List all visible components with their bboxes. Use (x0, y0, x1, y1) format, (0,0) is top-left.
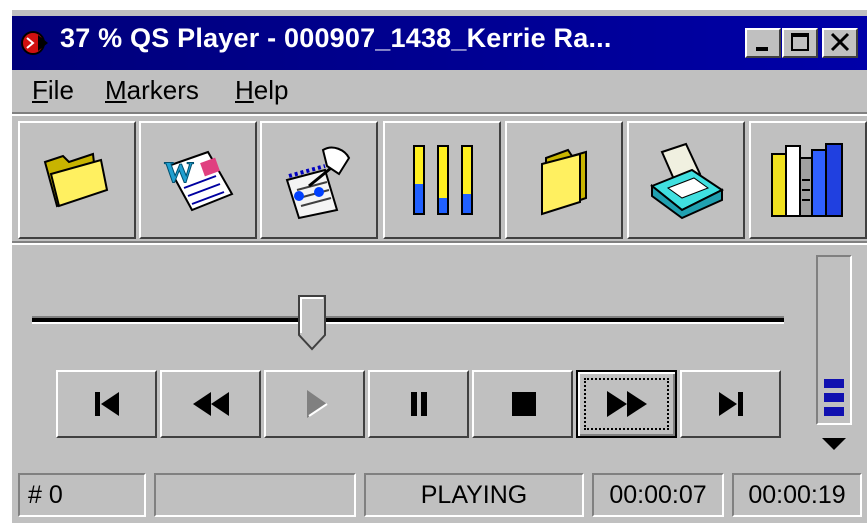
skip-to-start-button[interactable] (56, 370, 157, 438)
total-time: 00:00:19 (732, 473, 862, 517)
close-button[interactable] (822, 28, 858, 58)
close-icon (830, 32, 850, 52)
status-bar: # 0 PLAYING 00:00:07 00:00:19 (12, 470, 867, 520)
rewind-button[interactable] (160, 370, 261, 438)
pause-button[interactable] (368, 370, 469, 438)
menu-file-mnemonic: F (32, 75, 48, 105)
fast-forward-icon (606, 391, 647, 417)
books-icon (771, 143, 843, 217)
export-button[interactable] (627, 121, 745, 239)
skip-to-end-icon (718, 392, 743, 416)
menu-markers[interactable]: Markers (105, 75, 199, 106)
menu-markers-mnemonic: M (105, 75, 127, 105)
rewind-icon (192, 392, 229, 416)
word-document-icon: W (164, 150, 234, 212)
stop-icon (511, 392, 536, 416)
pause-icon (410, 392, 427, 416)
play-icon (306, 390, 328, 418)
level-meters-icon (413, 145, 473, 215)
menu-help[interactable]: Help (235, 75, 288, 106)
closed-folder-icon (541, 148, 587, 216)
qs-player-window: 37 % QS Player - 000907_1438_Kerrie Ra..… (12, 10, 867, 523)
play-button[interactable] (264, 370, 365, 438)
menu-help-mnemonic: H (235, 75, 254, 105)
menu-markers-label: arkers (126, 75, 199, 105)
window-title: 37 % QS Player - 000907_1438_Kerrie Ra..… (60, 23, 612, 53)
menu-help-label: elp (253, 75, 289, 105)
marker-count: # 0 (18, 473, 146, 517)
notepad-button[interactable] (260, 121, 378, 239)
menu-file[interactable]: File (32, 75, 74, 106)
open-folder-icon (43, 152, 109, 208)
status-info (154, 473, 356, 517)
skip-to-end-button[interactable] (680, 370, 781, 438)
skip-to-start-icon (94, 392, 119, 416)
volume-down-arrow-icon[interactable] (822, 438, 846, 450)
toolbar-separator-highlight (12, 243, 867, 245)
notepad-pen-icon (285, 146, 351, 220)
volume-level-bar (824, 407, 844, 416)
elapsed-time: 00:00:07 (592, 473, 724, 517)
fast-forward-button[interactable] (576, 370, 677, 438)
position-slider-thumb[interactable] (298, 295, 328, 351)
library-button[interactable] (749, 121, 867, 239)
open-button[interactable] (18, 121, 136, 239)
minimize-icon (756, 47, 768, 51)
minimize-button[interactable] (745, 28, 781, 58)
folder-button[interactable] (505, 121, 623, 239)
levels-button[interactable] (383, 121, 501, 239)
menu-file-label: ile (47, 75, 74, 105)
menu-bar: File Markers Help (12, 72, 867, 110)
stop-button[interactable] (472, 370, 573, 438)
volume-level-bar (824, 393, 844, 402)
svg-text:W: W (164, 156, 194, 189)
volume-slider[interactable] (816, 255, 852, 425)
app-icon[interactable] (18, 26, 54, 60)
tray-output-icon (650, 142, 724, 220)
playback-state: PLAYING (364, 473, 584, 517)
maximize-icon (791, 33, 809, 51)
title-bar[interactable]: 37 % QS Player - 000907_1438_Kerrie Ra..… (12, 16, 867, 70)
menu-separator-highlight (12, 114, 867, 116)
maximize-button[interactable] (782, 28, 818, 58)
volume-level-bar (824, 379, 844, 388)
word-document-button[interactable]: W (139, 121, 257, 239)
position-slider-track[interactable] (32, 316, 784, 324)
